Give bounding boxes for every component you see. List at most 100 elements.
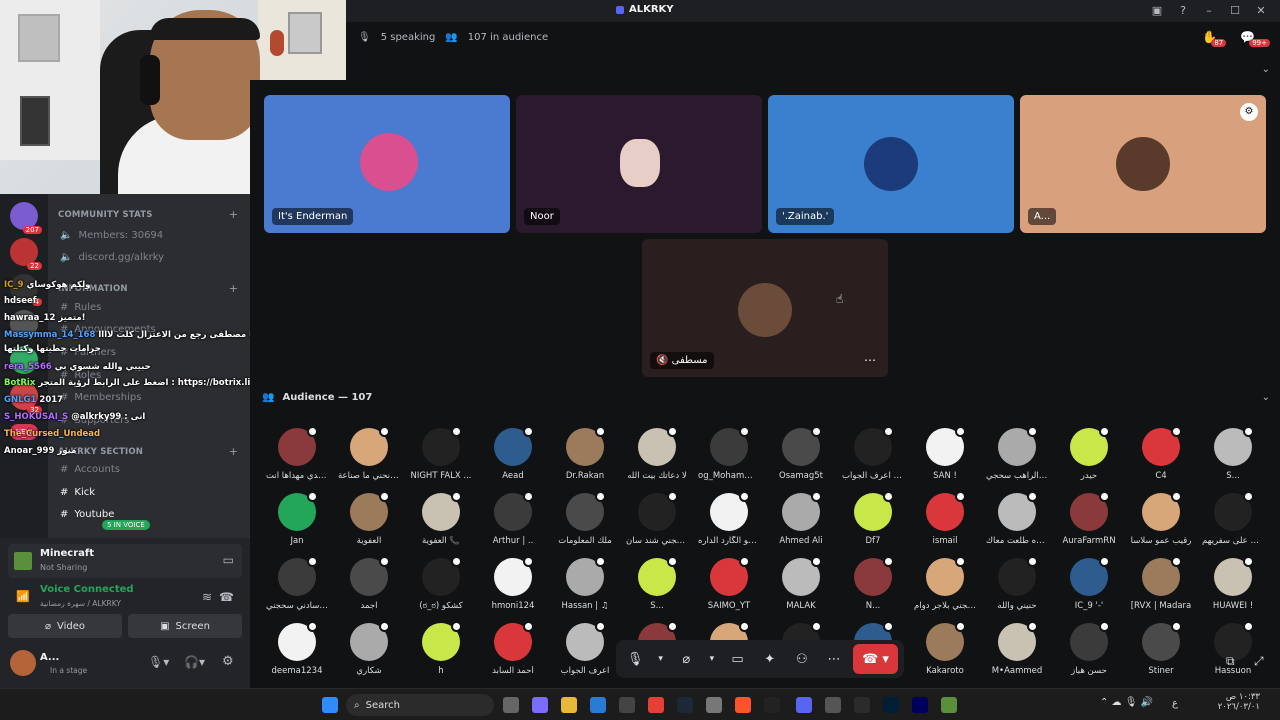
audience-member[interactable]: C4: [1130, 426, 1192, 481]
screen-share-button[interactable]: ▣ Screen: [128, 614, 242, 638]
audience-member[interactable]: Dr.Rakan: [554, 426, 616, 481]
camera-off-button[interactable]: ⌀: [673, 646, 699, 672]
audience-member[interactable]: Kakaroto: [914, 621, 976, 676]
audience-member[interactable]: حمدي مهداها انت: [266, 426, 328, 481]
mic-toggle-button[interactable]: 🎙: [622, 646, 648, 672]
copilot-icon[interactable]: [532, 697, 548, 713]
audience-member[interactable]: S...: [1202, 426, 1264, 481]
audience-member[interactable]: Jan: [266, 491, 328, 546]
audience-member[interactable]: اعرف الجواب: [554, 621, 616, 676]
server-icon[interactable]: [10, 346, 38, 374]
avatar[interactable]: [10, 650, 36, 676]
activities-button[interactable]: ✦: [757, 646, 783, 672]
speaker-tile[interactable]: It's Enderman: [264, 95, 510, 233]
category-alkrky-section[interactable]: ALKRKY SECTION: [58, 447, 143, 457]
server-icon[interactable]: 22: [10, 238, 42, 270]
audience-member[interactable]: SAN !: [914, 426, 976, 481]
brave-icon[interactable]: [735, 697, 751, 713]
fullscreen-icon[interactable]: ⤢: [1254, 654, 1264, 669]
channel-partners[interactable]: # Partners: [60, 347, 116, 358]
taskbar-search[interactable]: ⌕ Search: [346, 694, 494, 716]
noise-suppression-icon[interactable]: ≋: [202, 590, 212, 604]
audience-member[interactable]: شكاري: [338, 621, 400, 676]
share-screen-button[interactable]: ▭: [724, 646, 750, 672]
audience-member[interactable]: Osamag5t: [770, 426, 832, 481]
channel-announcements[interactable]: # Announcements: [60, 324, 156, 335]
audience-member[interactable]: NIGHT FALX ...: [410, 426, 472, 481]
minimize-button[interactable]: –: [1200, 3, 1218, 19]
channel-invite[interactable]: 🔈 discord.gg/alkrky: [60, 252, 164, 263]
channel-memberships[interactable]: # Memberships: [60, 392, 141, 403]
audience-member[interactable]: N...: [842, 556, 904, 611]
audience-member[interactable]: والله اعرف الجواب: [842, 426, 904, 481]
audience-member[interactable]: Hassan | ♫: [554, 556, 616, 611]
audience-member[interactable]: حيدر: [1058, 426, 1120, 481]
settings-icon[interactable]: ⚙: [222, 654, 234, 669]
edge-icon[interactable]: [590, 697, 606, 713]
premiere-icon[interactable]: [912, 697, 928, 713]
clock[interactable]: ١٠:٣٣ ص ٢٠٢٦/٠٣/٠١: [1208, 692, 1260, 712]
mic-icon[interactable]: 🎙▾: [148, 655, 169, 669]
server-icon[interactable]: 4: [10, 274, 42, 306]
audience-member[interactable]: og_Mohammed: [698, 426, 760, 481]
audience-member[interactable]: ب الب سادني سحجني: [266, 556, 328, 611]
minecraft-icon[interactable]: [941, 697, 957, 713]
add-channel-icon[interactable]: +: [229, 208, 238, 221]
category-community-stats[interactable]: COMMUNITY STATS: [58, 210, 153, 220]
new-badge[interactable]: NEW: [10, 424, 38, 440]
inbox-icon[interactable]: ▣: [1148, 3, 1166, 19]
audience-member[interactable]: Df7: [842, 491, 904, 546]
leave-stage-button[interactable]: ☎ ▾: [853, 644, 898, 674]
capcut-icon[interactable]: [764, 697, 780, 713]
channel-kick[interactable]: # Kick: [60, 487, 95, 498]
discord-icon[interactable]: [796, 697, 812, 713]
add-channel-icon[interactable]: +: [229, 445, 238, 458]
audience-member[interactable]: h: [410, 621, 472, 676]
audience-member[interactable]: اني هو الگارد الداره: [698, 491, 760, 546]
disconnect-icon[interactable]: ☎: [219, 590, 234, 604]
stream-icon[interactable]: ▭: [223, 553, 234, 567]
in-voice-pill[interactable]: 5 IN VOICE: [102, 520, 150, 530]
audience-member[interactable]: deema1234: [266, 621, 328, 676]
audience-member[interactable]: Aead: [482, 426, 544, 481]
activity-card[interactable]: Minecraft Not Sharing ▭: [8, 544, 242, 578]
audience-member[interactable]: اني الراهب سحجي: [986, 426, 1048, 481]
audience-member[interactable]: Arthur | ..: [482, 491, 544, 546]
invite-button[interactable]: ⚇: [789, 646, 815, 672]
audience-member[interactable]: حنيني والله: [986, 556, 1048, 611]
audience-member[interactable]: أحمد السابد: [482, 621, 544, 676]
chevron-down-icon[interactable]: ▾: [705, 646, 718, 672]
audience-member[interactable]: M•Aammed: [986, 621, 1048, 676]
audience-member[interactable]: IC_9 '-': [1058, 556, 1120, 611]
audience-member[interactable]: العفوية: [338, 491, 400, 546]
speaker-tile[interactable]: 🔇 مسطفى ⋯: [642, 239, 888, 377]
chevron-down-icon[interactable]: ⌄: [1262, 392, 1270, 403]
channel-roles[interactable]: # Roles: [60, 370, 101, 381]
audience-member[interactable]: اجمد: [338, 556, 400, 611]
maximize-button[interactable]: ☐: [1226, 3, 1244, 19]
category-information[interactable]: INFORMATION: [58, 284, 128, 294]
help-icon[interactable]: ?: [1174, 3, 1192, 19]
audience-member[interactable]: لا مره طلعت معاك: [986, 491, 1048, 546]
channel-accounts[interactable]: # Accounts: [60, 464, 120, 475]
speaker-tile[interactable]: Noor: [516, 95, 762, 233]
close-button[interactable]: ✕: [1252, 3, 1270, 19]
add-channel-icon[interactable]: +: [229, 282, 238, 295]
photoshop-icon[interactable]: [883, 697, 899, 713]
audience-member[interactable]: سحجني شند سان: [626, 491, 688, 546]
channel-rules[interactable]: # Rules: [60, 302, 101, 313]
raise-hand-icon[interactable]: ✋87: [1202, 30, 1227, 47]
more-options-icon[interactable]: ⋯: [821, 646, 847, 672]
app-icon[interactable]: [854, 697, 870, 713]
audience-member[interactable]: ismail: [914, 491, 976, 546]
audience-member[interactable]: ملك المعلومات: [554, 491, 616, 546]
audience-member[interactable]: سحجني بلاجر دوام: [914, 556, 976, 611]
audience-member[interactable]: لا دعاتك بيت الله: [626, 426, 688, 481]
windows-start-icon[interactable]: [322, 697, 338, 713]
audience-member[interactable]: hmoni124: [482, 556, 544, 611]
channel-supporters[interactable]: # Supporters: [60, 415, 129, 426]
popout-icon[interactable]: ⧉: [1226, 654, 1235, 669]
language-indicator[interactable]: ع: [1172, 698, 1178, 709]
more-options-icon[interactable]: ⋯: [864, 353, 876, 367]
audience-member[interactable]: برهم على سفريهم: [1202, 491, 1264, 546]
